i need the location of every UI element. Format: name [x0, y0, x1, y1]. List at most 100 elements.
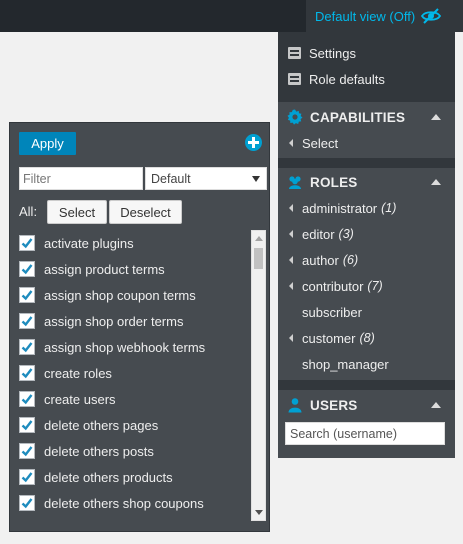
capability-item[interactable]: assign shop order terms	[19, 308, 249, 334]
users-section: USERS Search (username)	[278, 390, 455, 458]
capability-item[interactable]: delete others shop coupons	[19, 490, 249, 516]
capability-label: activate plugins	[44, 235, 134, 251]
all-label: All:	[19, 204, 38, 219]
checkmark-icon	[21, 290, 33, 301]
users-title: USERS	[310, 397, 358, 413]
capability-label: create roles	[44, 365, 112, 381]
capability-label: delete others pages	[44, 417, 159, 433]
role-item[interactable]: contributor (7)	[278, 273, 455, 299]
capability-checkbox[interactable]	[19, 313, 35, 329]
role-defaults-icon	[288, 73, 301, 85]
dropdown-menu: Settings Role defaults	[278, 32, 455, 94]
role-item[interactable]: subscriber	[278, 299, 455, 325]
role-item[interactable]: customer (8)	[278, 325, 455, 351]
checkmark-icon	[21, 368, 33, 379]
role-name: editor	[302, 226, 335, 242]
collapse-triangle-icon[interactable]	[431, 114, 441, 120]
scrollbar-thumb[interactable]	[254, 248, 263, 269]
role-count: (8)	[359, 331, 375, 345]
roles-header[interactable]: ROLES	[278, 169, 455, 195]
capability-item[interactable]: assign shop webhook terms	[19, 334, 249, 360]
capability-checkbox[interactable]	[19, 417, 35, 433]
capability-checkbox[interactable]	[19, 339, 35, 355]
capabilities-panel: Apply Filter Default All: Select Deselec…	[9, 122, 270, 532]
capability-item[interactable]: delete others posts	[19, 438, 249, 464]
capability-item[interactable]: delete others pages	[19, 412, 249, 438]
apply-button[interactable]: Apply	[19, 132, 76, 155]
checkmark-icon	[21, 420, 33, 431]
capability-item[interactable]: create users	[19, 386, 249, 412]
capability-checkbox[interactable]	[19, 495, 35, 511]
role-name: subscriber	[302, 304, 362, 320]
capability-checkbox[interactable]	[19, 261, 35, 277]
capabilities-title: CAPABILITIES	[310, 109, 406, 125]
checkmark-icon	[21, 264, 33, 275]
expand-arrow-icon	[289, 204, 293, 212]
role-item[interactable]: administrator (1)	[278, 195, 455, 221]
role-name: administrator	[302, 200, 378, 216]
view-select[interactable]: Default	[145, 167, 267, 190]
capability-label: delete others shop coupons	[44, 495, 204, 511]
expand-arrow-icon	[289, 139, 293, 147]
role-count: (3)	[338, 227, 354, 241]
deselect-all-button[interactable]: Deselect	[109, 200, 182, 224]
role-item[interactable]: editor (3)	[278, 221, 455, 247]
checkmark-icon	[21, 498, 33, 509]
admin-bar: Default view (Off)	[0, 0, 463, 32]
menu-item-role-defaults[interactable]: Role defaults	[278, 66, 455, 92]
add-capability-icon[interactable]	[245, 134, 262, 151]
capability-item[interactable]: assign shop coupon terms	[19, 282, 249, 308]
capabilities-select-label: Select	[302, 135, 339, 151]
expand-arrow-icon	[289, 256, 293, 264]
menu-item-settings[interactable]: Settings	[278, 40, 455, 66]
role-item[interactable]: shop_manager	[278, 351, 455, 377]
capability-label: assign shop coupon terms	[44, 287, 196, 303]
filter-input[interactable]: Filter	[19, 167, 143, 190]
checkmark-icon	[21, 316, 33, 327]
capability-label: create users	[44, 391, 116, 407]
capability-checkbox[interactable]	[19, 365, 35, 381]
capability-item[interactable]: assign product terms	[19, 256, 249, 282]
view-admin-dropdown: Settings Role defaults CAPABILITIES Sele…	[278, 32, 455, 458]
capability-checkbox[interactable]	[19, 443, 35, 459]
username-search-input[interactable]: Search (username)	[285, 422, 445, 445]
capabilities-scrollbar[interactable]	[251, 230, 266, 521]
roles-list: administrator (1) editor (3) author (6) contri…	[278, 195, 455, 377]
expand-arrow-icon	[289, 230, 293, 238]
settings-label: Settings	[309, 45, 356, 61]
select-all-button[interactable]: Select	[47, 200, 107, 224]
checkmark-icon	[21, 446, 33, 457]
capability-item[interactable]: activate plugins	[19, 230, 249, 256]
capability-label: assign product terms	[44, 261, 165, 277]
role-name: customer	[302, 330, 356, 346]
capability-checkbox[interactable]	[19, 235, 35, 251]
role-name: author	[302, 252, 339, 268]
role-defaults-label: Role defaults	[309, 71, 385, 87]
capability-checkbox[interactable]	[19, 287, 35, 303]
capabilities-header[interactable]: CAPABILITIES	[278, 104, 455, 130]
scroll-down-icon[interactable]	[255, 510, 263, 515]
role-count: (6)	[342, 253, 359, 267]
capabilities-list: activate plugins assign product terms assi…	[19, 230, 249, 521]
default-view-toggle[interactable]: Default view (Off)	[306, 0, 463, 32]
dropdown-caret-icon	[252, 176, 260, 182]
roles-title: ROLES	[310, 174, 358, 190]
collapse-triangle-icon[interactable]	[431, 179, 441, 185]
capabilities-select-item[interactable]: Select	[278, 130, 455, 156]
scroll-up-icon[interactable]	[255, 236, 263, 241]
checkmark-icon	[21, 342, 33, 353]
role-item[interactable]: author (6)	[278, 247, 455, 273]
users-header[interactable]: USERS	[278, 392, 455, 418]
capability-checkbox[interactable]	[19, 391, 35, 407]
capability-label: assign shop webhook terms	[44, 339, 206, 355]
capability-item[interactable]: create roles	[19, 360, 249, 386]
eye-slash-icon	[421, 8, 442, 24]
user-icon	[287, 397, 303, 413]
capability-item[interactable]: delete others products	[19, 464, 249, 490]
settings-icon	[288, 47, 301, 59]
expand-arrow-icon	[289, 282, 293, 290]
capability-checkbox[interactable]	[19, 469, 35, 485]
role-name: contributor	[302, 278, 364, 294]
role-name: shop_manager	[302, 356, 389, 372]
collapse-triangle-icon[interactable]	[431, 402, 441, 408]
